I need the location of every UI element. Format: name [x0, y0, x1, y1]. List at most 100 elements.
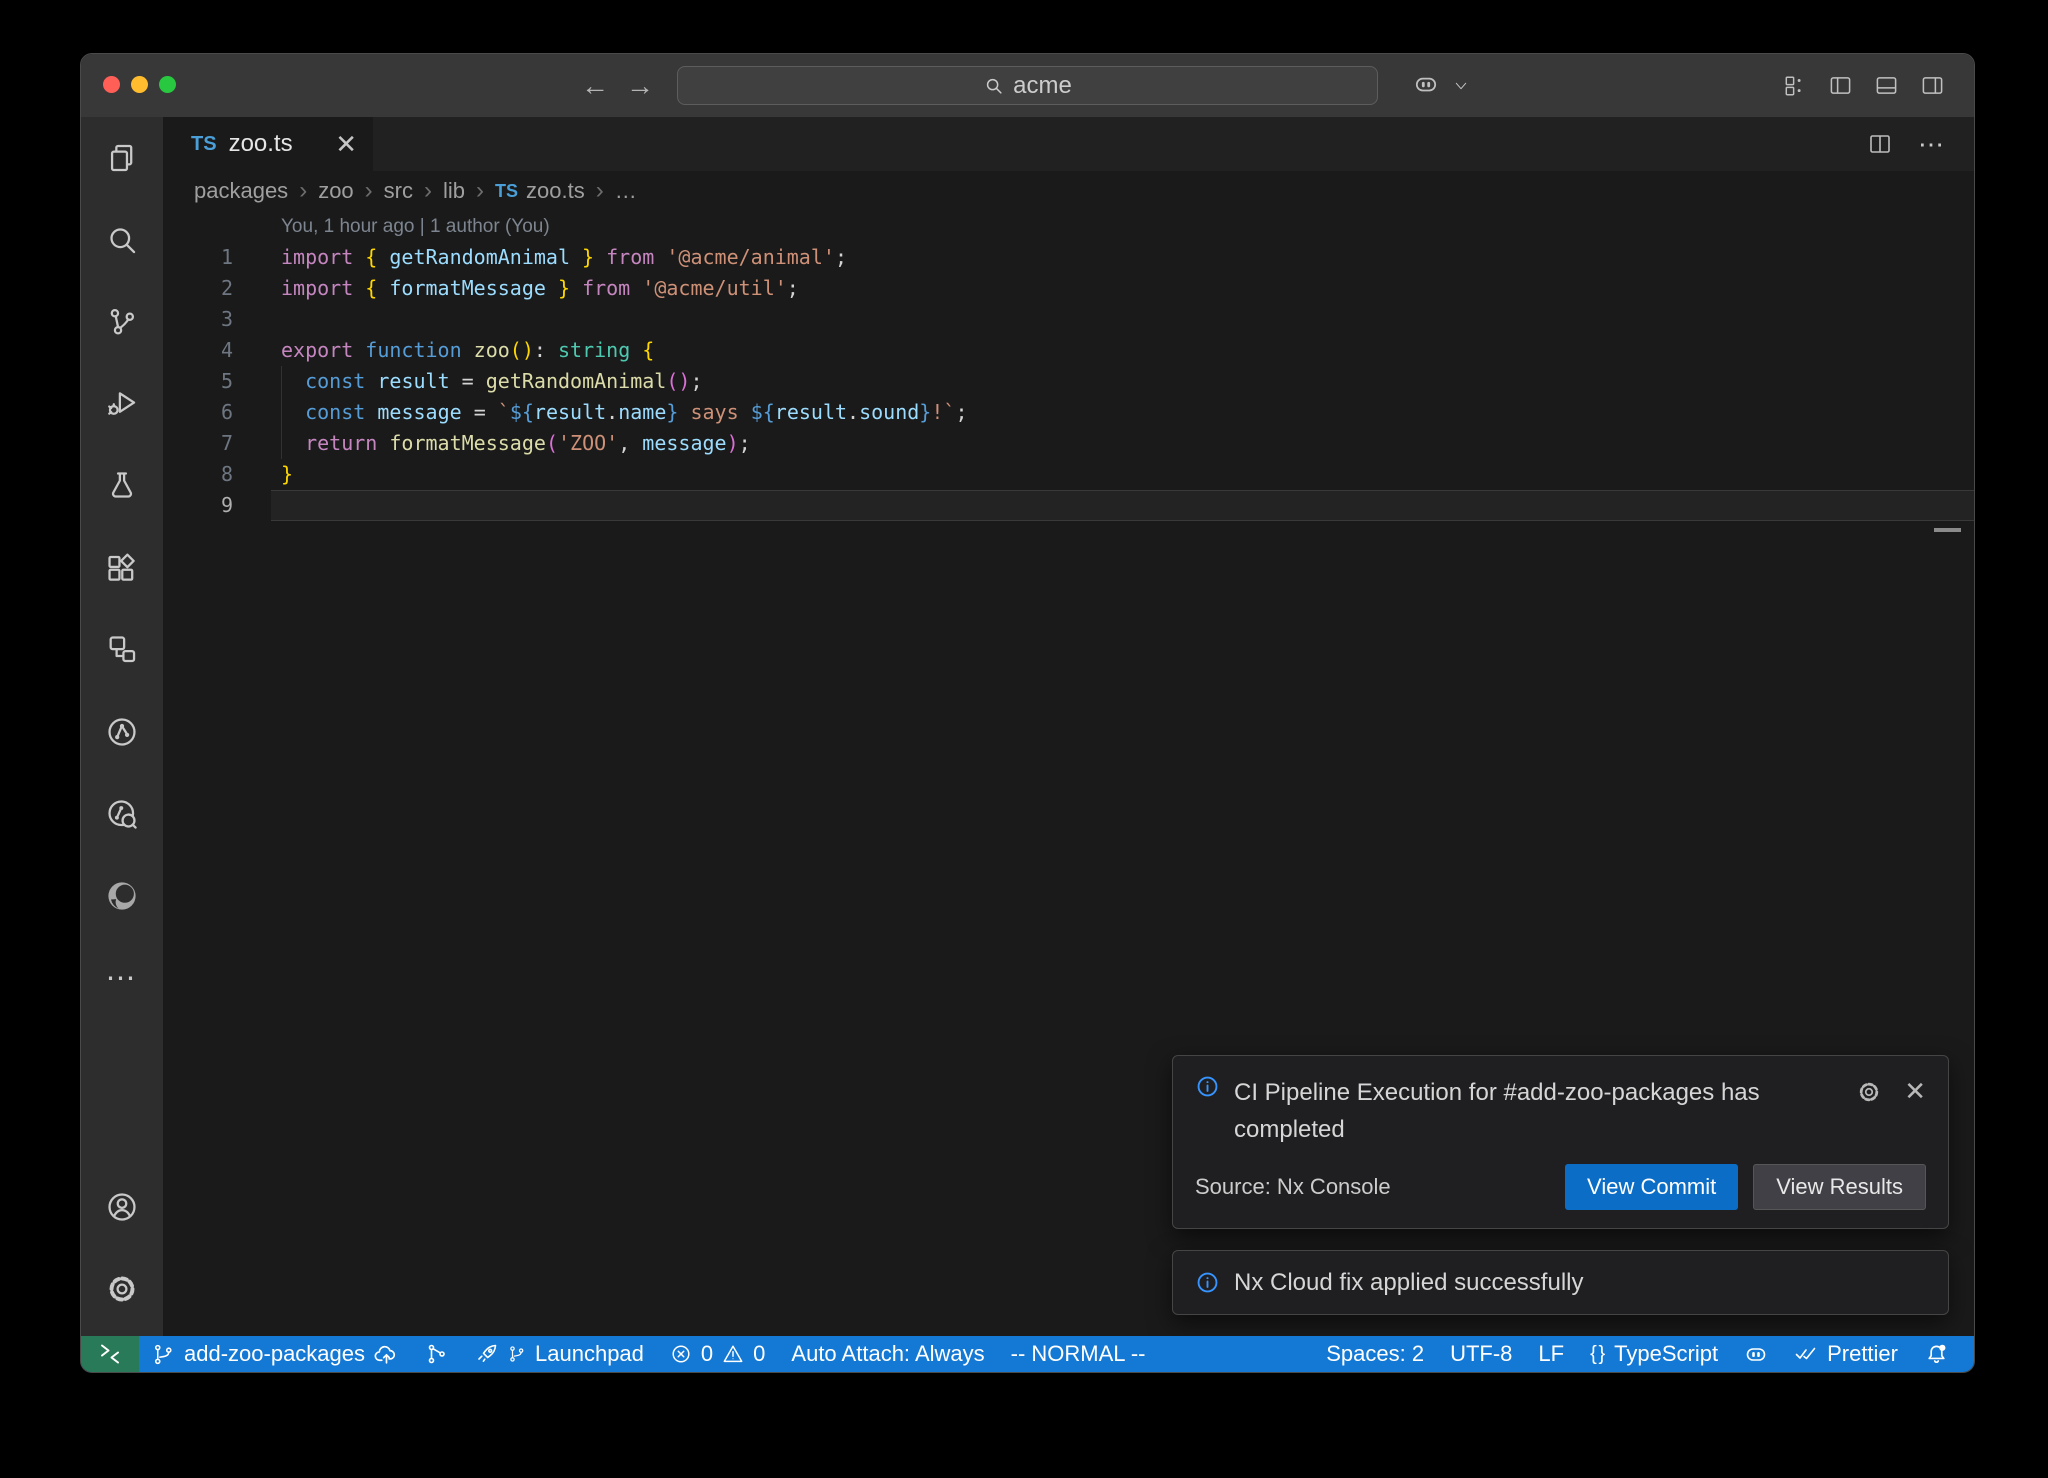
activity-bar: ⋯ — [81, 117, 163, 1336]
status-text: Auto Attach: Always — [791, 1341, 984, 1367]
activity-item-more-views[interactable]: ⋯ — [81, 937, 163, 1019]
braces-icon: { } — [1590, 1343, 1605, 1366]
close-icon[interactable]: ✕ — [1904, 1078, 1926, 1105]
view-commit-button[interactable]: View Commit — [1565, 1164, 1738, 1210]
close-icon[interactable]: ✕ — [335, 131, 357, 157]
activity-item-remote-explorer[interactable] — [81, 609, 163, 691]
nx-console-icon — [105, 715, 139, 749]
extensions-icon — [105, 551, 139, 585]
nx-cloud-icon — [105, 797, 139, 831]
activity-item-accounts[interactable] — [81, 1166, 163, 1248]
run-debug-icon — [105, 387, 139, 421]
breadcrumb: packages›zoo›src›lib›TSzoo.ts›… — [163, 171, 1974, 211]
breadcrumb-item-lib[interactable]: lib — [443, 178, 465, 204]
toggle-sidebar-right-icon[interactable] — [1921, 74, 1944, 97]
bell-dot-icon — [1924, 1342, 1949, 1367]
more-actions-icon[interactable]: ⋯ — [1918, 129, 1946, 160]
breadcrumb-item-zoo-ts[interactable]: TSzoo.ts — [495, 178, 585, 204]
activity-item-edge-tools[interactable] — [81, 855, 163, 937]
source-control-icon — [105, 305, 139, 339]
ci-pipeline-toast: CI Pipeline Execution for #add-zoo-packa… — [1172, 1055, 1949, 1229]
editor-actions: ⋯ — [1868, 117, 1946, 171]
vscode-window: ← → acme ⋯ TS zoo.ts ✕ ⋯ p — [80, 53, 1975, 1373]
status-formatter-prettier[interactable]: Prettier — [1781, 1336, 1911, 1372]
split-editor-icon[interactable] — [1868, 132, 1892, 156]
chevron-right-icon: › — [299, 177, 307, 205]
command-center-text: acme — [1013, 72, 1072, 100]
code-line-6: 6 const message = `${result.name} says $… — [163, 397, 1974, 428]
activity-item-source-control[interactable] — [81, 281, 163, 363]
navigate-forward-button[interactable]: → — [622, 54, 658, 117]
edge-browser-icon — [105, 879, 139, 913]
toggle-panel-icon[interactable] — [1875, 74, 1898, 97]
status-git-graph[interactable] — [412, 1336, 462, 1372]
gear-icon — [105, 1272, 139, 1306]
code-line-3: 3 — [163, 304, 1974, 335]
chevron-down-icon[interactable] — [1453, 78, 1469, 94]
layout-controls — [1784, 54, 1944, 117]
branch-small-icon — [508, 1345, 526, 1363]
activity-item-testing[interactable] — [81, 445, 163, 527]
status-auto-attach[interactable]: Auto Attach: Always — [778, 1336, 997, 1372]
code-lines: 1import { getRandomAnimal } from '@acme/… — [163, 242, 1974, 521]
notification-message: Nx Cloud fix applied successfully — [1234, 1264, 1584, 1301]
activity-item-nx-console[interactable] — [81, 691, 163, 773]
files-icon — [105, 141, 139, 175]
status-bar-right: Spaces: 2 UTF-8LF{ }TypeScript Prettier — [1313, 1336, 1974, 1372]
status-language-mode[interactable]: { }TypeScript — [1577, 1336, 1731, 1372]
status-problems[interactable]: 00 — [657, 1336, 779, 1372]
status-bar: add-zoo-packages Launchpad00 Auto Attach: … — [81, 1336, 1974, 1372]
copilot-icon[interactable] — [1413, 71, 1439, 97]
gear-icon[interactable] — [1856, 1078, 1882, 1105]
activity-item-nx-cloud[interactable] — [81, 773, 163, 855]
activity-item-explorer[interactable] — [81, 117, 163, 199]
breadcrumb-item--[interactable]: … — [615, 178, 637, 204]
status-gitlens-launchpad[interactable]: Launchpad — [462, 1336, 657, 1372]
overview-ruler-mark — [1934, 528, 1961, 532]
double-check-icon — [1794, 1342, 1818, 1366]
navigate-back-button[interactable]: ← — [577, 54, 613, 117]
git-graph-icon — [425, 1342, 449, 1366]
view-results-button[interactable]: View Results — [1753, 1164, 1926, 1210]
typescript-file-icon: TS — [191, 133, 217, 156]
code-line-8: 8} — [163, 459, 1974, 490]
customize-layout-icon[interactable] — [1784, 75, 1806, 97]
status-eol[interactable]: LF — [1525, 1336, 1577, 1372]
error-icon — [670, 1343, 692, 1365]
breadcrumb-item-packages[interactable]: packages — [194, 178, 288, 204]
status-text: Spaces: 2 — [1326, 1341, 1424, 1367]
close-window-button[interactable] — [103, 76, 120, 93]
activity-item-settings[interactable] — [81, 1248, 163, 1330]
status-remote-indicator[interactable] — [81, 1336, 139, 1372]
chevron-right-icon: › — [365, 177, 373, 205]
remote-icon — [98, 1342, 122, 1366]
minimize-window-button[interactable] — [131, 76, 148, 93]
code-line-1: 1import { getRandomAnimal } from '@acme/… — [163, 242, 1974, 273]
toggle-sidebar-left-icon[interactable] — [1829, 74, 1852, 97]
command-center-search[interactable]: acme — [677, 66, 1378, 105]
status-encoding[interactable]: UTF-8 — [1437, 1336, 1525, 1372]
breadcrumb-item-src[interactable]: src — [384, 178, 413, 204]
search-icon — [105, 223, 139, 257]
notification-source: Source: Nx Console — [1195, 1174, 1391, 1200]
rocket-icon — [475, 1342, 499, 1366]
status-notifications-bell[interactable] — [1911, 1336, 1962, 1372]
copilot-icon — [1744, 1342, 1768, 1366]
testing-icon — [105, 469, 139, 503]
status-git-branch[interactable]: add-zoo-packages — [139, 1336, 412, 1372]
cloud-upload-icon — [374, 1342, 399, 1367]
status-indentation[interactable]: Spaces: 2 — [1313, 1336, 1437, 1372]
code-line-4: 4export function zoo(): string { — [163, 335, 1974, 366]
code-line-2: 2import { formatMessage } from '@acme/ut… — [163, 273, 1974, 304]
status-vim-mode[interactable]: -- NORMAL -- — [998, 1336, 1159, 1372]
info-icon — [1195, 1074, 1220, 1099]
info-icon — [1195, 1270, 1220, 1295]
activity-item-run-debug[interactable] — [81, 363, 163, 445]
status-copilot-status[interactable] — [1731, 1336, 1781, 1372]
activity-item-search[interactable] — [81, 199, 163, 281]
activity-item-extensions[interactable] — [81, 527, 163, 609]
tab-label: zoo.ts — [229, 130, 293, 158]
zoom-window-button[interactable] — [159, 76, 176, 93]
breadcrumb-item-zoo[interactable]: zoo — [318, 178, 353, 204]
tab-zoo-ts[interactable]: TS zoo.ts ✕ — [163, 117, 373, 171]
